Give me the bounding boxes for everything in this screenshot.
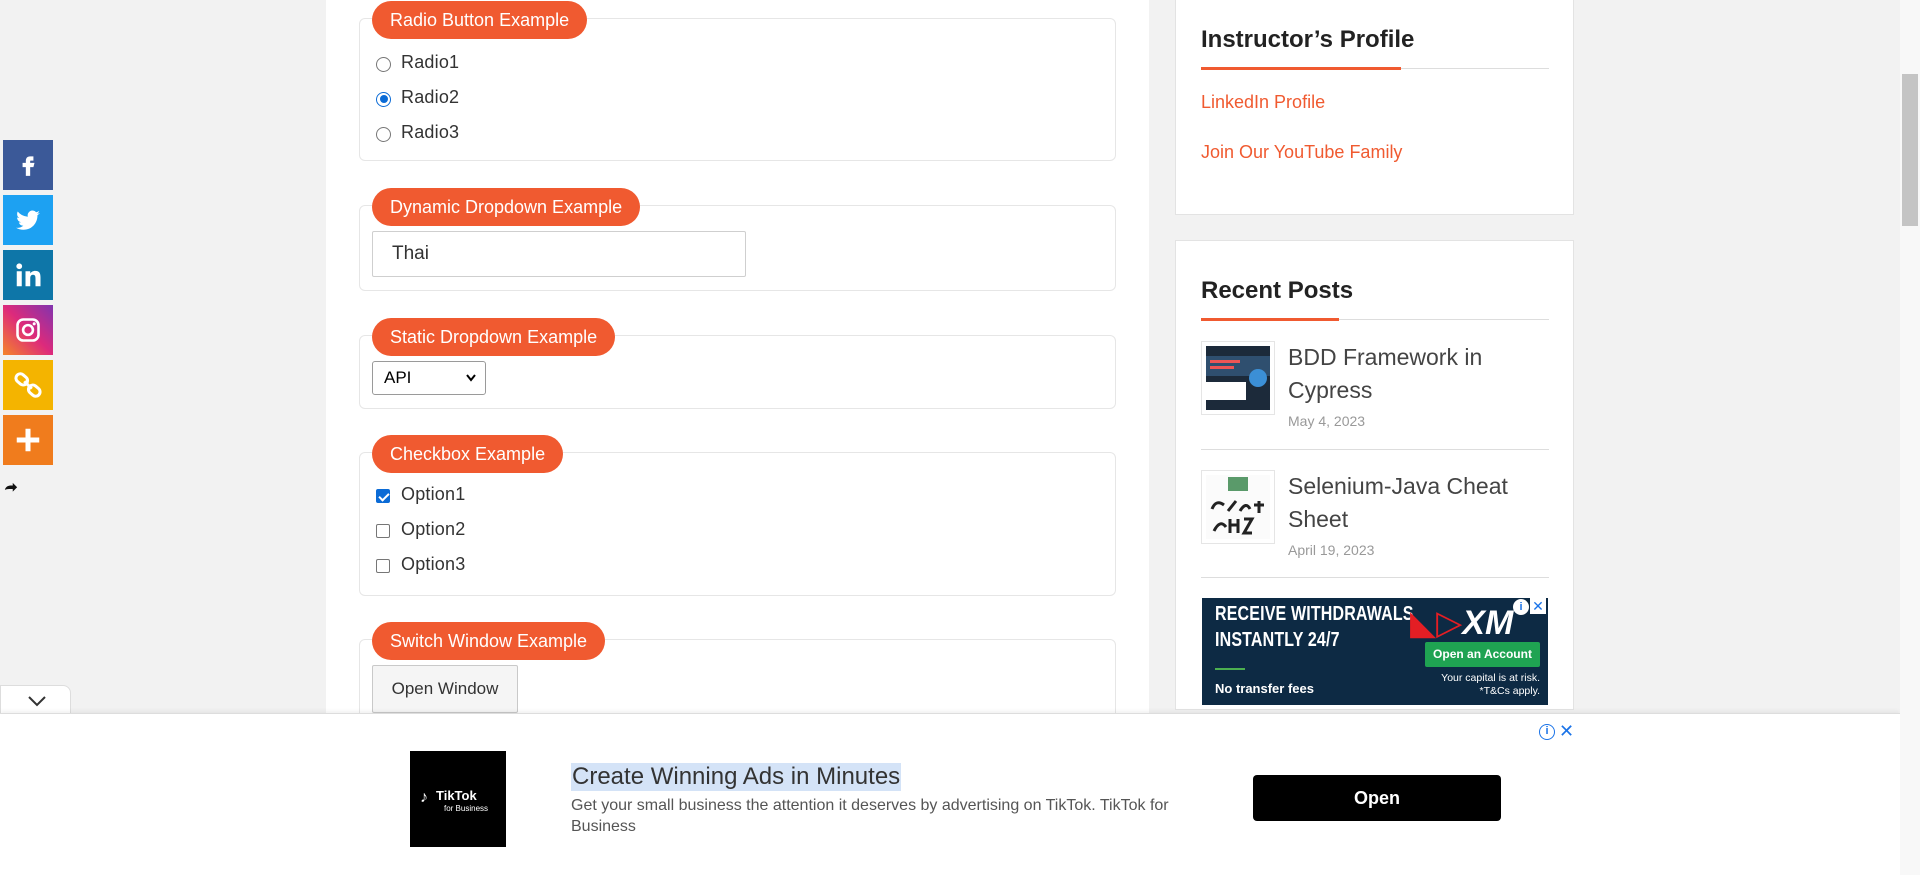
- checkbox-fieldset: Checkbox Example Option1 Option2 Option3: [359, 435, 1116, 596]
- radio-option-1[interactable]: Radio1: [376, 50, 459, 74]
- linkedin-share-button[interactable]: [3, 250, 53, 300]
- ad-open-button[interactable]: Open: [1253, 775, 1501, 821]
- twitter-share-button[interactable]: [3, 195, 53, 245]
- hide-share-bar-icon[interactable]: [4, 482, 18, 501]
- post-thumbnail[interactable]: [1201, 341, 1275, 415]
- checkbox-label: Option1: [401, 483, 466, 504]
- option2-checkbox[interactable]: [376, 524, 390, 538]
- radio2-input[interactable]: [376, 91, 391, 107]
- radio-option-2[interactable]: Radio2: [376, 85, 459, 109]
- instagram-icon: [16, 318, 40, 342]
- linkedin-icon: [16, 263, 41, 287]
- tiktok-logo: ♪ TikTok for Business: [410, 751, 506, 847]
- open-account-button[interactable]: Open an Account: [1425, 642, 1540, 667]
- post-title[interactable]: BDD Framework in Cypress: [1288, 341, 1548, 407]
- copy-link-icon: [14, 372, 42, 398]
- collapse-ad-tab[interactable]: [0, 685, 71, 714]
- ad-close-icon[interactable]: ✕: [1530, 598, 1546, 614]
- radio-option-3[interactable]: Radio3: [376, 120, 459, 144]
- ad-info-icon[interactable]: i: [1513, 599, 1529, 615]
- instructor-profile-widget: Instructor’s Profile LinkedIn Profile Jo…: [1175, 0, 1574, 215]
- tiktok-logo-text: TikTok: [436, 788, 477, 803]
- radio1-input[interactable]: [376, 56, 391, 72]
- cheat-sheet-thumbnail-image: [1206, 475, 1270, 539]
- radio3-input[interactable]: [376, 126, 391, 142]
- checkbox-option-2[interactable]: Option2: [376, 517, 465, 541]
- scrollbar-thumb[interactable]: [1902, 74, 1918, 226]
- radio-legend: Radio Button Example: [372, 1, 588, 39]
- static-dropdown-fieldset: Static Dropdown Example API: [359, 318, 1116, 409]
- radio-label: Radio2: [401, 86, 460, 107]
- divider-accent: [1201, 318, 1339, 321]
- radio-label: Radio1: [401, 51, 460, 72]
- option3-checkbox[interactable]: [376, 559, 390, 573]
- post-divider: [1201, 577, 1549, 578]
- checkbox-legend: Checkbox Example: [372, 435, 564, 473]
- autocomplete-input[interactable]: Thai: [372, 231, 746, 277]
- ad-accent-line: [1215, 668, 1245, 670]
- static-dropdown-legend: Static Dropdown Example: [372, 318, 616, 356]
- chevron-down-icon: [465, 363, 477, 404]
- linkedin-profile-link[interactable]: LinkedIn Profile: [1201, 92, 1325, 113]
- open-window-button[interactable]: Open Window: [372, 665, 518, 713]
- ad-headline[interactable]: Create Winning Ads in Minutes: [571, 763, 902, 791]
- ad-headline: INSTANTLY 24/7: [1215, 629, 1340, 651]
- cypress-thumbnail-image: [1206, 346, 1270, 410]
- copy-link-button[interactable]: [3, 360, 53, 410]
- checkbox-option-1[interactable]: Option1: [376, 482, 465, 506]
- tiktok-bottom-ad[interactable]: ♪ TikTok for Business Create Winning Ads…: [322, 722, 1578, 875]
- widget-title: Recent Posts: [1201, 277, 1354, 304]
- facebook-share-button[interactable]: [3, 140, 53, 190]
- post-date: April 19, 2023: [1288, 542, 1375, 558]
- post-title[interactable]: Selenium-Java Cheat Sheet: [1288, 470, 1548, 536]
- checkbox-option-3[interactable]: Option3: [376, 552, 465, 576]
- option1-checkbox[interactable]: [376, 489, 390, 503]
- tiktok-logo-subtext: for Business: [444, 804, 489, 813]
- post-divider: [1201, 449, 1549, 450]
- ad-subline: No transfer fees: [1215, 681, 1314, 696]
- checkbox-label: Option3: [401, 553, 466, 574]
- xm-logo: ◣▷XM: [1410, 604, 1514, 642]
- ad-headline: RECEIVE WITHDRAWALS: [1215, 603, 1414, 625]
- radio-fieldset: Radio Button Example Radio1 Radio2 Radio…: [359, 1, 1116, 161]
- widget-title: Instructor’s Profile: [1201, 26, 1415, 53]
- switch-window-legend: Switch Window Example: [372, 622, 606, 660]
- xm-display-ad[interactable]: RECEIVE WITHDRAWALS INSTANTLY 24/7 No tr…: [1202, 598, 1548, 705]
- ad-terms-text: *T&Cs apply.: [1479, 685, 1541, 697]
- youtube-family-link[interactable]: Join Our YouTube Family: [1201, 142, 1402, 163]
- select-value: API: [384, 368, 412, 387]
- tiktok-note-icon: ♪: [420, 789, 428, 806]
- divider-accent: [1201, 67, 1401, 70]
- facebook-icon: [22, 156, 35, 176]
- ad-close-icon[interactable]: ✕: [1559, 722, 1574, 740]
- post-thumbnail[interactable]: [1201, 470, 1275, 544]
- static-dropdown-select[interactable]: API: [372, 361, 486, 395]
- recent-posts-widget: Recent Posts BDD Framework in Cypress Ma…: [1175, 240, 1574, 710]
- dynamic-dropdown-fieldset: Dynamic Dropdown Example Thai: [359, 188, 1116, 291]
- checkbox-label: Option2: [401, 518, 466, 539]
- more-icon: [16, 428, 40, 452]
- ad-risk-text: Your capital is at risk.: [1441, 672, 1540, 684]
- ad-disclaimer: Your capital is at risk. *T&Cs apply.: [1441, 672, 1540, 698]
- more-share-button[interactable]: [3, 415, 53, 465]
- ad-info-icon[interactable]: i: [1539, 724, 1555, 740]
- post-date: May 4, 2023: [1288, 413, 1366, 429]
- radio-label: Radio3: [401, 121, 460, 142]
- dynamic-dropdown-legend: Dynamic Dropdown Example: [372, 188, 641, 226]
- chevron-down-icon: [28, 696, 46, 707]
- twitter-icon: [16, 210, 40, 230]
- ad-body-text: Get your small business the attention it…: [571, 797, 1169, 835]
- instagram-share-button[interactable]: [3, 305, 53, 355]
